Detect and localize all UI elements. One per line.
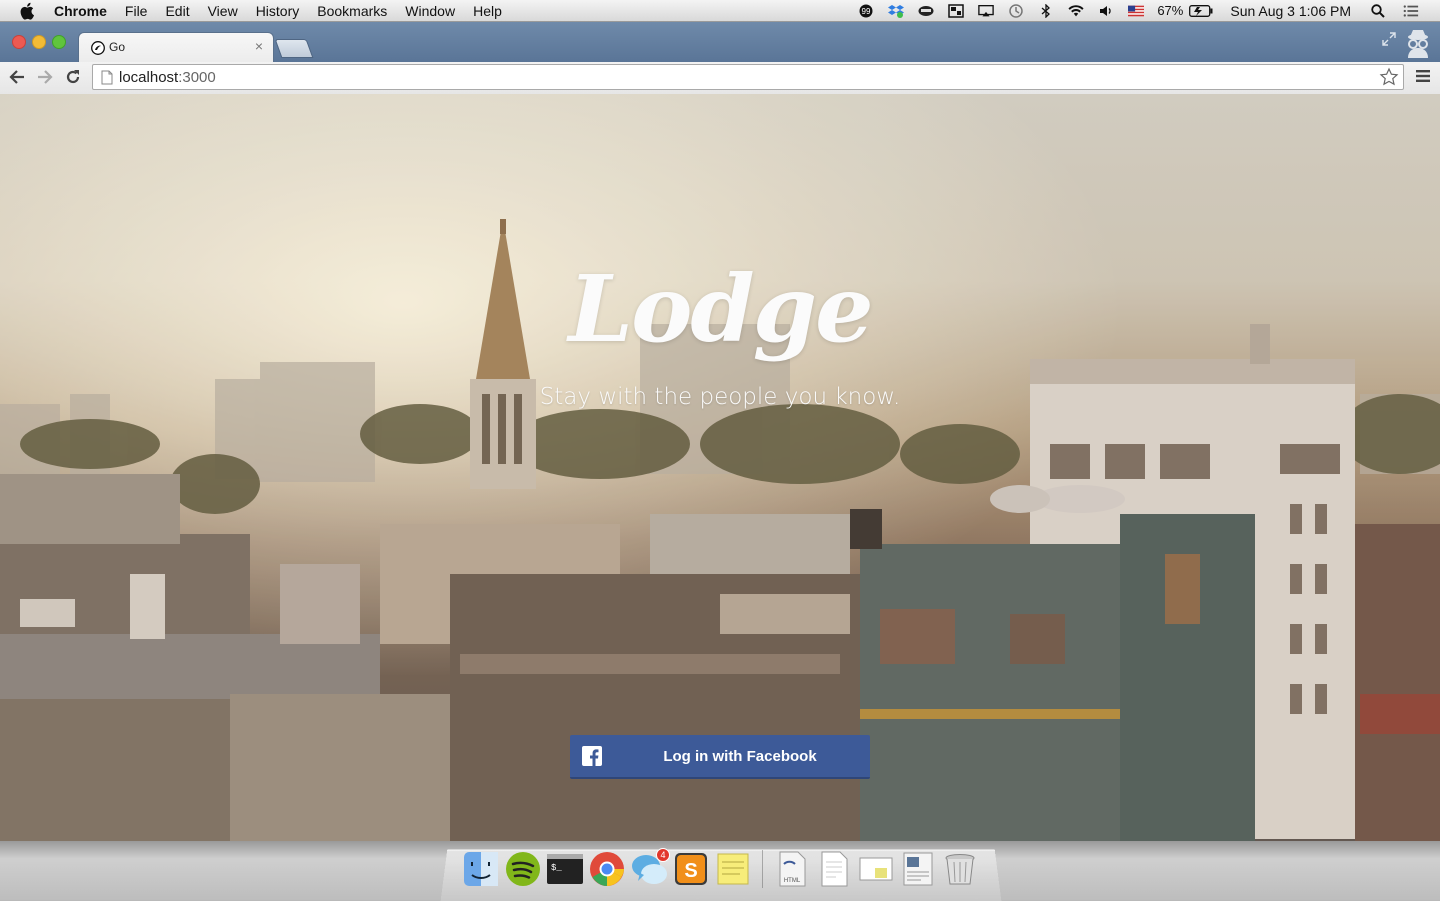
volume-icon[interactable] xyxy=(1098,4,1114,18)
google-drive-icon[interactable] xyxy=(918,4,934,18)
url-host: localhost xyxy=(119,69,179,86)
address-bar[interactable]: localhost:3000 xyxy=(92,64,1404,90)
battery-icon[interactable] xyxy=(1189,4,1213,18)
bookmark-star-icon[interactable] xyxy=(1379,67,1399,87)
facebook-login-button[interactable]: Log in with Facebook xyxy=(570,735,870,779)
preview-icon[interactable] xyxy=(857,850,895,888)
url-port: :3000 xyxy=(178,69,216,86)
back-icon[interactable] xyxy=(8,68,26,86)
page-icon xyxy=(101,70,113,85)
zoom-window-button[interactable] xyxy=(52,35,66,49)
menu-view[interactable]: View xyxy=(208,2,238,20)
browser-tab-strip: Go × xyxy=(0,22,1440,62)
spotify-icon[interactable] xyxy=(504,850,542,888)
menu-file[interactable]: File xyxy=(125,2,148,20)
finder-icon[interactable] xyxy=(462,850,500,888)
battery-percent[interactable]: 67% xyxy=(1157,2,1183,20)
html-file-icon[interactable]: HTML xyxy=(773,850,811,888)
tab-active[interactable]: Go × xyxy=(78,32,274,62)
svg-text:S: S xyxy=(684,860,697,882)
close-window-button[interactable] xyxy=(12,35,26,49)
apple-menu-icon[interactable] xyxy=(20,2,36,20)
tab-close-button[interactable]: × xyxy=(255,38,263,54)
messages-badge: 4 xyxy=(656,848,670,862)
chat-bubble-icon[interactable]: 99 xyxy=(858,4,874,18)
city-background-image xyxy=(0,94,1440,841)
screenshot-icon[interactable] xyxy=(899,850,937,888)
menu-edit[interactable]: Edit xyxy=(165,2,189,20)
new-tab-button[interactable] xyxy=(274,39,314,58)
reload-icon[interactable] xyxy=(64,68,82,86)
stickies-icon[interactable] xyxy=(714,850,752,888)
terminal-icon[interactable]: $_ xyxy=(546,850,584,888)
browser-toolbar: localhost:3000 xyxy=(0,62,1440,95)
menu-window[interactable]: Window xyxy=(405,2,455,20)
sublime-text-icon[interactable]: S xyxy=(672,850,710,888)
fullscreen-icon[interactable] xyxy=(1382,32,1396,46)
menu-history[interactable]: History xyxy=(256,2,300,20)
menu-app-name[interactable]: Chrome xyxy=(54,2,107,20)
airplay-icon[interactable] xyxy=(978,4,995,18)
window-manager-icon[interactable] xyxy=(948,4,965,18)
svg-text:99: 99 xyxy=(862,7,871,16)
minimize-window-button[interactable] xyxy=(32,35,46,49)
menu-bookmarks[interactable]: Bookmarks xyxy=(317,2,387,20)
menu-help[interactable]: Help xyxy=(473,2,502,20)
time-machine-icon[interactable] xyxy=(1008,4,1024,18)
messages-icon[interactable]: 4 xyxy=(630,848,670,888)
tab-favicon-icon xyxy=(91,41,105,55)
facebook-login-label: Log in with Facebook xyxy=(663,748,817,765)
trash-icon[interactable] xyxy=(941,850,979,888)
tagline: Stay with the people you know. xyxy=(539,384,901,410)
forward-icon[interactable] xyxy=(36,68,54,86)
svg-text:HTML: HTML xyxy=(784,878,801,884)
facebook-icon xyxy=(582,746,602,766)
url-text: localhost:3000 xyxy=(119,69,216,86)
dock-items: $_ 4 S HTML xyxy=(462,848,983,892)
chrome-menu-icon[interactable] xyxy=(1416,69,1430,83)
bluetooth-icon[interactable] xyxy=(1038,4,1054,18)
document-icon[interactable] xyxy=(815,850,853,888)
clock[interactable]: Sun Aug 3 1:06 PM xyxy=(1230,2,1351,20)
spotlight-search-icon[interactable] xyxy=(1370,4,1386,18)
svg-text:$_: $_ xyxy=(551,863,562,873)
dropbox-icon[interactable] xyxy=(888,4,905,18)
tab-title: Go xyxy=(109,40,126,54)
notification-center-icon[interactable] xyxy=(1403,4,1419,18)
incognito-icon xyxy=(1408,30,1428,58)
us-flag-icon[interactable] xyxy=(1128,4,1145,18)
logo-text: Lodge xyxy=(568,255,873,363)
wifi-icon[interactable] xyxy=(1068,4,1084,18)
page-viewport: Lodge Stay with the people you know. Log… xyxy=(0,94,1440,841)
dock-separator xyxy=(762,850,763,888)
lodge-logo: Lodge xyxy=(560,244,880,374)
macos-menubar: Chrome File Edit View History Bookmarks … xyxy=(0,0,1440,22)
chrome-icon[interactable] xyxy=(588,850,626,888)
